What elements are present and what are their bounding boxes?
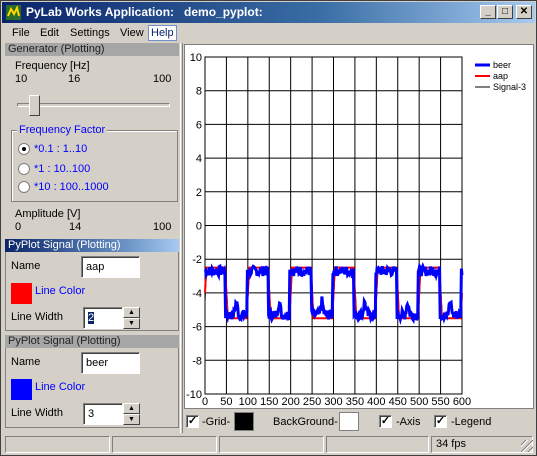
menu-help[interactable]: Help	[148, 25, 177, 41]
spin-up-icon[interactable]: ▲	[123, 403, 140, 414]
x-tick-label: 100	[239, 396, 257, 408]
axis-label: -Axis	[396, 416, 421, 428]
frequency-label: Frequency [Hz]	[15, 60, 90, 72]
x-tick-label: 500	[410, 396, 428, 408]
signal2-panel-header[interactable]: PyPlot Signal (Plotting)	[5, 335, 179, 348]
status-cell-2	[112, 436, 217, 453]
signal1-color-label[interactable]: Line Color	[35, 285, 85, 297]
x-tick-label: 150	[260, 396, 278, 408]
grid-checkbox[interactable]: ✓	[186, 415, 199, 428]
x-tick-label: 550	[431, 396, 449, 408]
line-chart: 0 50 100 150 200 250 300 350 400 450 500 550 600-10-…	[186, 52, 526, 408]
signal1-width-spinner[interactable]: ▲ ▼	[123, 307, 140, 329]
freq-factor-option-0[interactable]: *0.1 : 1..10	[34, 143, 87, 155]
menu-view[interactable]: View	[118, 25, 146, 41]
signal1-width-value: 2	[88, 312, 95, 324]
legend-checkbox[interactable]: ✓	[434, 415, 447, 428]
status-cell-4	[326, 436, 429, 453]
freq-factor-option-2[interactable]: *10 : 100..1000	[34, 181, 109, 193]
y-tick-label: 0	[196, 221, 202, 233]
y-tick-label: 6	[196, 119, 202, 131]
signal1-name-label: Name	[11, 260, 41, 272]
x-tick-label: 450	[389, 396, 407, 408]
freq-factor-radio-0[interactable]	[18, 143, 30, 155]
y-tick-label: 4	[196, 153, 202, 165]
y-tick-label: -2	[192, 254, 202, 266]
signal2-width-spinner[interactable]: ▲ ▼	[123, 403, 140, 425]
window-title: PyLab Works Application: demo_pyplot:	[26, 5, 263, 19]
amplitude-label: Amplitude [V]	[15, 208, 81, 220]
menu-bar: File Edit Settings View Help	[2, 23, 535, 43]
pylab-app-icon	[6, 5, 21, 20]
spin-up-icon[interactable]: ▲	[123, 307, 140, 318]
y-tick-label: -8	[192, 355, 202, 367]
x-tick-label: 250	[303, 396, 321, 408]
signal1-width-label: Line Width	[11, 311, 63, 323]
freq-factor-radio-1[interactable]	[18, 163, 30, 175]
signal2-width-label: Line Width	[11, 407, 63, 419]
application-window: PyLab Works Application: demo_pyplot: _ …	[0, 0, 537, 456]
status-cell-1	[5, 436, 110, 453]
amp-tick-current: 14	[69, 221, 82, 233]
generator-panel-header[interactable]: Generator (Plotting)	[5, 43, 179, 56]
amp-tick-min: 0	[15, 221, 22, 233]
spin-down-icon[interactable]: ▼	[123, 414, 140, 425]
signal2-name-label: Name	[11, 356, 41, 368]
spin-down-icon[interactable]: ▼	[123, 318, 140, 329]
frequency-slider-thumb[interactable]	[29, 95, 40, 116]
y-tick-label: -6	[192, 322, 202, 334]
maximize-button[interactable]: □	[497, 5, 513, 19]
amp-tick-max: 100	[153, 221, 172, 233]
grid-color-box[interactable]	[234, 412, 254, 431]
signal2-width-input[interactable]: 3	[83, 403, 123, 425]
fps-readout: 34 fps	[431, 436, 533, 453]
signal2-color-label[interactable]: Line Color	[35, 381, 85, 393]
y-tick-label: 8	[196, 86, 202, 98]
x-tick-label: 300	[324, 396, 342, 408]
x-tick-label: 50	[220, 396, 232, 408]
freq-factor-option-1[interactable]: *1 : 10..100	[34, 163, 90, 175]
signal1-panel-header[interactable]: PyPlot Signal (Plotting)	[5, 239, 179, 252]
freq-factor-radio-2[interactable]	[18, 181, 30, 193]
signal2-color-swatch[interactable]	[11, 379, 32, 400]
splitter[interactable]	[180, 43, 183, 433]
legend-label-beer: beer	[493, 60, 511, 70]
close-button[interactable]: ✕	[516, 5, 532, 19]
x-tick-label: 400	[367, 396, 385, 408]
status-cell-3	[219, 436, 324, 453]
freq-tick-max: 100	[153, 73, 172, 85]
status-bar: 34 fps	[2, 434, 535, 454]
y-tick-label: 2	[196, 187, 202, 199]
signal1-width-input[interactable]: 2	[83, 307, 123, 329]
y-tick-label: -10	[186, 389, 202, 401]
resize-grip-icon[interactable]	[521, 440, 533, 452]
background-color-box[interactable]	[339, 412, 359, 431]
x-tick-label: 0	[202, 396, 208, 408]
axis-checkbox[interactable]: ✓	[379, 415, 392, 428]
menu-edit[interactable]: Edit	[38, 25, 61, 41]
plot-area: 0 50 100 150 200 250 300 350 400 450 500 550 600 -10-…	[184, 44, 534, 409]
legend-label-aap: aap	[493, 71, 508, 81]
menu-file[interactable]: File	[10, 25, 32, 41]
signal1-color-swatch[interactable]	[11, 283, 32, 304]
title-bar[interactable]: PyLab Works Application: demo_pyplot: _ …	[2, 2, 535, 23]
x-tick-label: 600	[453, 396, 471, 408]
frequency-factor-title: Frequency Factor	[17, 124, 108, 136]
minimize-button[interactable]: _	[480, 5, 496, 19]
background-label: BackGround-	[273, 416, 338, 428]
freq-tick-min: 10	[15, 73, 28, 85]
menu-settings[interactable]: Settings	[68, 25, 112, 41]
y-tick-label: 10	[190, 52, 202, 64]
signal1-name-input[interactable]: aap	[81, 256, 140, 278]
y-tick-label: -4	[192, 288, 202, 300]
x-tick-label: 200	[281, 396, 299, 408]
x-tick-label: 350	[346, 396, 364, 408]
legend-label: -Legend	[451, 416, 492, 428]
freq-tick-current: 16	[68, 73, 81, 85]
legend-label-signal-3: Signal-3	[493, 82, 526, 92]
signal2-name-input[interactable]: beer	[81, 352, 140, 374]
grid-label: -Grid-	[202, 416, 231, 428]
